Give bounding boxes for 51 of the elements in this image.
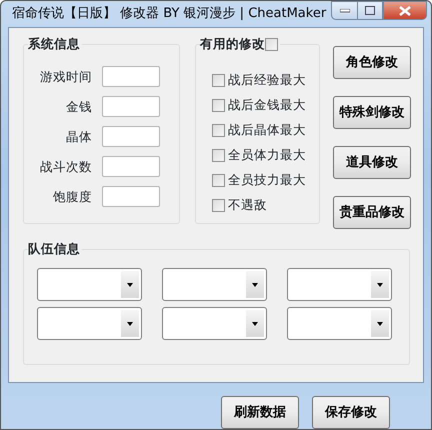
field-label: 游戏时间 (39, 68, 92, 86)
action-button[interactable]: 刷新数据 (221, 396, 299, 429)
checkbox[interactable] (265, 38, 278, 51)
maximize-button[interactable] (357, 1, 384, 20)
checkbox-label[interactable]: 战后晶体最大 (228, 122, 306, 138)
input-field[interactable] (102, 96, 160, 118)
checkbox-label[interactable]: 战后经验最大 (228, 72, 306, 88)
field-label: 晶体 (65, 128, 92, 146)
minimize-icon (340, 8, 350, 12)
action-button[interactable]: 贵重品修改 (333, 196, 411, 230)
action-button[interactable]: 道具修改 (333, 146, 411, 180)
checkbox[interactable] (212, 124, 225, 137)
maximize-icon (365, 6, 376, 15)
dropdown[interactable] (287, 268, 392, 302)
dropdown[interactable] (287, 307, 392, 340)
close-button[interactable] (383, 1, 428, 20)
group-title: 有用的修改 (200, 36, 265, 52)
window-title: 宿命传说【日版】 修改器 BY 银河漫步 | CheatMaker (12, 5, 326, 24)
dropdown[interactable] (37, 268, 142, 302)
input-field[interactable] (102, 126, 160, 148)
checkbox[interactable] (212, 74, 225, 87)
checkbox[interactable] (212, 98, 225, 112)
field-label: 金钱 (65, 98, 92, 116)
checkbox-label[interactable]: 不遇敌 (228, 197, 267, 214)
checkbox-label[interactable]: 全员技力最大 (228, 172, 306, 188)
caret-icon (377, 322, 383, 326)
minimize-button[interactable] (331, 1, 358, 20)
input-field[interactable] (102, 156, 160, 178)
dropdown[interactable] (37, 307, 142, 340)
caret-icon (127, 322, 133, 326)
caret-icon (377, 282, 383, 287)
checkbox-label[interactable]: 全员体力最大 (228, 147, 306, 164)
group-title: 系统信息 (28, 36, 80, 52)
group-title: 队伍信息 (28, 241, 80, 258)
action-button[interactable]: 特殊剑修改 (333, 96, 411, 130)
action-button[interactable]: 保存修改 (312, 396, 390, 429)
checkbox[interactable] (212, 198, 225, 212)
checkbox[interactable] (212, 148, 225, 162)
checkbox-label[interactable]: 战后金钱最大 (228, 97, 306, 114)
caret-icon (127, 282, 133, 287)
input-field[interactable] (102, 186, 160, 208)
close-icon (399, 6, 412, 16)
dropdown[interactable] (162, 307, 267, 340)
field-label: 饱腹度 (52, 188, 92, 206)
action-button[interactable]: 角色修改 (333, 46, 411, 80)
field-label: 战斗次数 (39, 158, 92, 176)
caret-icon (252, 322, 258, 326)
caret-icon (252, 282, 258, 287)
dropdown[interactable] (162, 268, 267, 302)
checkbox[interactable] (212, 174, 225, 187)
input-field[interactable] (102, 66, 160, 88)
